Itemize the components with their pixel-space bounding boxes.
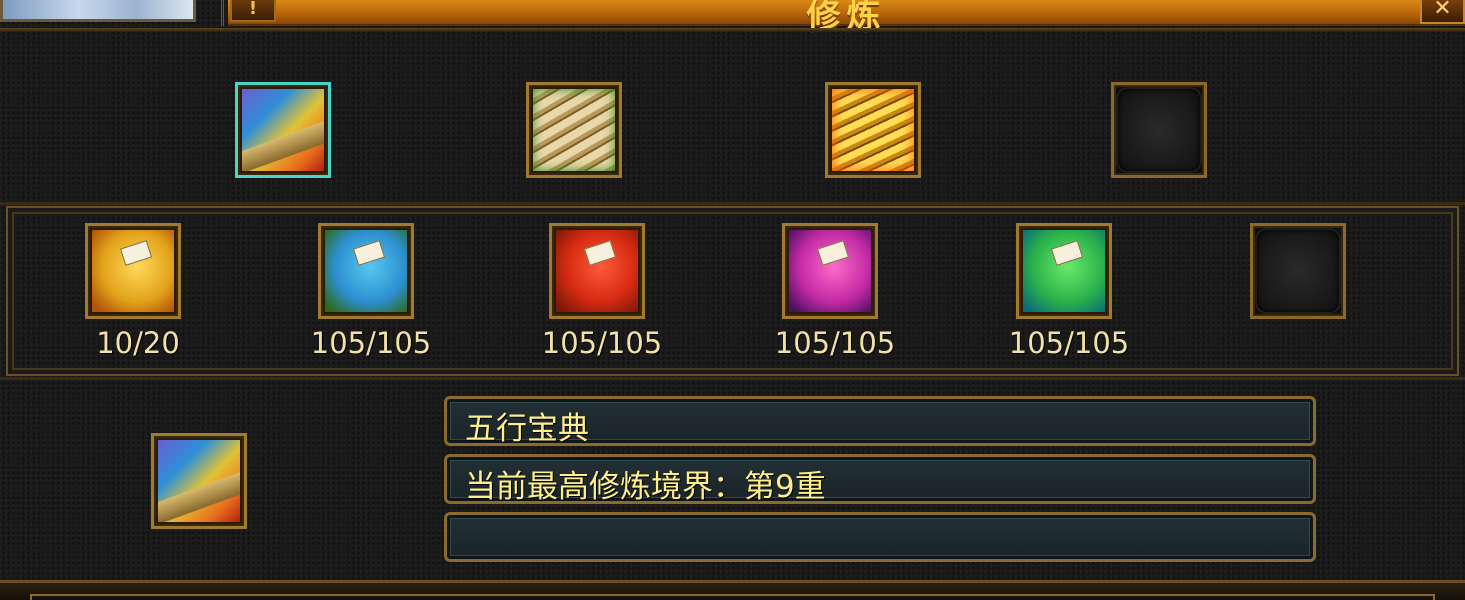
- title-divider: [0, 28, 1465, 32]
- info-button[interactable]: !: [230, 0, 276, 22]
- rainbow-book-icon: [242, 89, 324, 171]
- realm-text: 当前最高修炼境界：第9重: [465, 469, 826, 505]
- realm-field: 当前最高修炼境界：第9重: [444, 454, 1316, 505]
- corner-frame: [196, 0, 224, 26]
- book-name-field: 五行宝典: [444, 396, 1316, 447]
- top-slot-rainbow-book[interactable]: [235, 82, 331, 178]
- empty-slot-icon: [1118, 89, 1200, 171]
- top-slot-empty[interactable]: [1111, 82, 1207, 178]
- book-slot-yellow[interactable]: [85, 223, 181, 319]
- extra-field: [444, 512, 1316, 562]
- top-slot-golden-scrolls[interactable]: [825, 82, 921, 178]
- golden-scroll-bundle-icon: [832, 89, 914, 171]
- rainbow-book-icon: [158, 440, 240, 522]
- book-slot-green[interactable]: [1016, 223, 1112, 319]
- empty-slot-icon: [1257, 230, 1339, 312]
- book-slot-empty[interactable]: [1250, 223, 1346, 319]
- blue-book-icon: [325, 230, 407, 312]
- book-count-green: 105/105: [1008, 326, 1130, 360]
- green-book-icon: [1023, 230, 1105, 312]
- book-count-yellow: 10/20: [96, 326, 180, 360]
- scroll-bundle-icon: [533, 89, 615, 171]
- corner-artwork: [0, 0, 196, 22]
- book-count-red: 105/105: [541, 326, 663, 360]
- cultivation-window: 修炼 ! ✕ 10/20 105/105 105/105 105/105 105…: [0, 0, 1465, 600]
- title-bar: 修炼: [228, 0, 1465, 36]
- detail-book-slot: [151, 433, 247, 529]
- pink-book-icon: [789, 230, 871, 312]
- book-count-pink: 105/105: [774, 326, 896, 360]
- book-count-blue: 105/105: [310, 326, 432, 360]
- bottom-panel-edge: [30, 594, 1435, 600]
- book-slot-red[interactable]: [549, 223, 645, 319]
- book-slot-blue[interactable]: [318, 223, 414, 319]
- close-button[interactable]: ✕: [1420, 0, 1465, 24]
- book-name: 五行宝典: [465, 411, 589, 447]
- yellow-book-icon: [92, 230, 174, 312]
- top-slot-scroll-bundle[interactable]: [526, 82, 622, 178]
- red-book-icon: [556, 230, 638, 312]
- book-slot-pink[interactable]: [782, 223, 878, 319]
